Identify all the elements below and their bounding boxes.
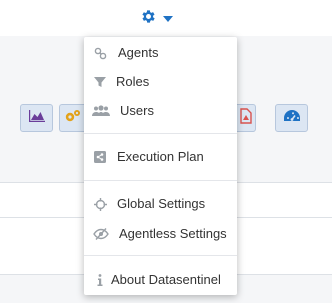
menu-item-agents[interactable]: Agents [84, 40, 237, 66]
menu-item-label: Agentless Settings [119, 226, 227, 241]
settings-menu-toggle[interactable] [140, 8, 173, 30]
menu-item-roles[interactable]: Roles [84, 69, 237, 95]
filter-icon [93, 75, 107, 89]
menu-item-agentless-settings[interactable]: Agentless Settings [84, 221, 237, 247]
menu-divider [84, 255, 237, 256]
menu-divider [84, 180, 237, 181]
settings-dropdown-menu: Agents Roles Users Execution Plan Global… [84, 37, 237, 295]
gears-button[interactable] [59, 104, 85, 132]
menu-item-label: Roles [116, 74, 150, 89]
crosshairs-icon [93, 197, 107, 211]
users-icon [92, 104, 110, 118]
pdf-button[interactable] [236, 104, 256, 132]
gears-icon [64, 108, 82, 129]
info-icon [93, 273, 107, 287]
caret-down-icon [163, 10, 173, 28]
menu-item-label: Users [120, 103, 154, 118]
menu-divider [84, 133, 237, 134]
gear-icon [140, 8, 157, 30]
eye-slash-icon [93, 227, 109, 241]
menu-item-execution-plan[interactable]: Execution Plan [84, 144, 237, 170]
dashboard-icon [283, 109, 301, 128]
menu-item-label: Agents [118, 45, 159, 60]
menu-item-label: Global Settings [117, 196, 206, 211]
menu-item-global-settings[interactable]: Global Settings [84, 191, 237, 217]
menu-item-users[interactable]: Users [84, 98, 237, 124]
area-chart-icon [28, 109, 46, 128]
dashboard-button[interactable] [275, 104, 308, 132]
area-chart-button[interactable] [20, 104, 53, 132]
share-icon [93, 150, 107, 164]
link-icon [93, 46, 107, 60]
menu-item-label: Execution Plan [117, 149, 204, 164]
pdf-icon [239, 107, 252, 129]
menu-item-about[interactable]: About Datasentinel [84, 267, 237, 293]
menu-item-label: About Datasentinel [111, 272, 221, 287]
